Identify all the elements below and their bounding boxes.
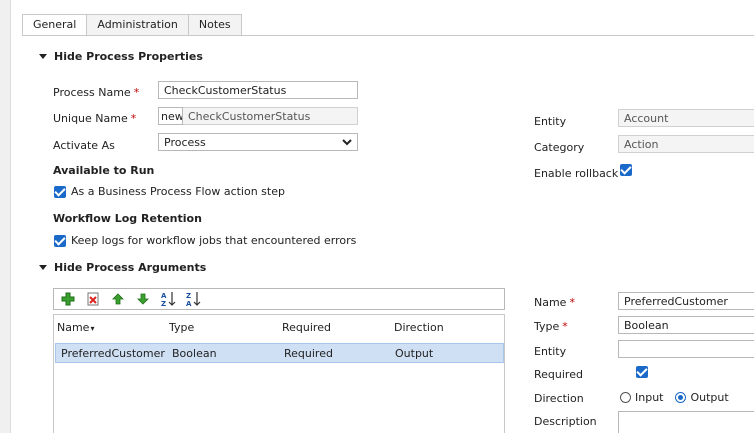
available-to-run-heading: Available to Run	[53, 164, 155, 177]
log-label: Keep logs for workflow jobs that encount…	[71, 234, 357, 247]
collapse-caret-icon	[39, 265, 47, 270]
column-header-direction[interactable]: Direction	[394, 321, 444, 334]
sort-ascending-icon: A Z	[161, 292, 176, 307]
activate-as-select[interactable]: Process	[158, 133, 358, 151]
direction-input-radio[interactable]	[620, 392, 631, 403]
direction-output-radio[interactable]	[675, 392, 687, 403]
row-name: PreferredCustomer	[61, 346, 165, 360]
move-up-icon	[112, 293, 124, 305]
category-label: Category	[534, 141, 585, 154]
enable-rollback-checkbox[interactable]	[620, 164, 632, 176]
required-marker: *	[133, 86, 140, 99]
bpf-label: As a Business Process Flow action step	[71, 185, 285, 198]
tab-notes[interactable]: Notes	[187, 14, 242, 35]
move-up-button[interactable]	[110, 291, 126, 307]
add-button[interactable]	[60, 291, 76, 307]
tab-general[interactable]: General	[22, 14, 88, 36]
delete-icon	[87, 292, 99, 306]
category-input[interactable]: Action	[618, 135, 754, 153]
bpf-checkbox[interactable]	[54, 185, 66, 198]
arg-name-input[interactable]: PreferredCustomer	[618, 292, 754, 310]
arg-type-label: Type *	[534, 320, 568, 333]
arg-entity-input[interactable]	[618, 340, 754, 358]
left-rail	[0, 0, 11, 433]
tab-bar: General Administration Notes	[22, 14, 242, 36]
add-icon	[61, 292, 75, 306]
tab-administration[interactable]: Administration	[86, 14, 189, 35]
direction-output-label: Output	[690, 391, 729, 404]
column-header-name[interactable]: Name▾	[57, 321, 94, 334]
activate-as-value: Process	[164, 136, 206, 149]
required-marker: *	[569, 296, 575, 309]
direction-radio-group: Input Output	[620, 391, 729, 404]
delete-button[interactable]	[85, 291, 101, 307]
properties-section-toggle[interactable]: Hide Process Properties	[39, 50, 203, 63]
tab-divider	[22, 35, 754, 36]
arg-direction-label: Direction	[534, 392, 584, 405]
row-required: Required	[284, 346, 333, 360]
move-down-button[interactable]	[135, 291, 151, 307]
entity-input[interactable]: Account	[618, 109, 754, 127]
arguments-grid: Name▾ Type Required Direction PreferredC…	[53, 314, 505, 433]
required-marker: *	[130, 112, 137, 125]
sort-descending-button[interactable]: Z A	[185, 291, 201, 307]
arguments-heading: Hide Process Arguments	[54, 261, 207, 274]
chevron-down-icon	[342, 139, 352, 146]
unique-name-prefix: new_	[158, 107, 183, 125]
log-checkbox[interactable]	[54, 234, 66, 247]
arguments-toolbar: A Z Z A	[53, 288, 505, 310]
column-header-type[interactable]: Type	[169, 321, 194, 334]
unique-name-field: new_ CheckCustomerStatus	[158, 107, 358, 125]
arg-entity-label: Entity	[534, 345, 567, 358]
activate-as-label: Activate As	[53, 139, 115, 152]
arg-type-select[interactable]: Boolean	[618, 316, 754, 334]
grid-header: Name▾ Type Required Direction	[54, 317, 504, 337]
entity-label: Entity	[534, 115, 567, 128]
arg-required-label: Required	[534, 368, 583, 381]
arg-description-label: Description	[534, 415, 597, 428]
column-header-required[interactable]: Required	[282, 321, 331, 334]
arguments-section-toggle[interactable]: Hide Process Arguments	[39, 261, 206, 274]
arg-required-checkbox[interactable]	[635, 366, 648, 378]
bpf-option: As a Business Process Flow action step	[54, 185, 285, 198]
process-name-input[interactable]: CheckCustomerStatus	[158, 81, 358, 99]
log-option: Keep logs for workflow jobs that encount…	[54, 234, 356, 247]
svg-text:A: A	[161, 292, 167, 300]
svg-text:A: A	[186, 300, 192, 307]
sort-ascending-button[interactable]: A Z	[160, 291, 176, 307]
collapse-caret-icon	[39, 54, 47, 59]
row-type: Boolean	[172, 346, 217, 360]
table-row[interactable]: PreferredCustomer Boolean Required Outpu…	[55, 343, 504, 363]
sort-descending-icon: Z A	[186, 292, 201, 307]
unique-name-label: Unique Name *	[53, 112, 137, 125]
enable-rollback-label: Enable rollback	[534, 167, 619, 180]
move-down-icon	[137, 293, 149, 305]
properties-heading: Hide Process Properties	[54, 50, 203, 63]
svg-text:Z: Z	[186, 292, 191, 300]
sort-indicator-icon: ▾	[90, 323, 95, 333]
row-direction: Output	[395, 346, 434, 360]
direction-input-label: Input	[635, 391, 664, 404]
arg-name-label: Name *	[534, 296, 575, 309]
required-marker: *	[562, 320, 568, 333]
log-retention-heading: Workflow Log Retention	[53, 212, 202, 225]
process-name-label: Process Name *	[53, 86, 140, 99]
unique-name-input[interactable]: CheckCustomerStatus	[183, 107, 358, 125]
arg-description-textarea[interactable]	[618, 411, 754, 433]
svg-text:Z: Z	[161, 300, 166, 307]
